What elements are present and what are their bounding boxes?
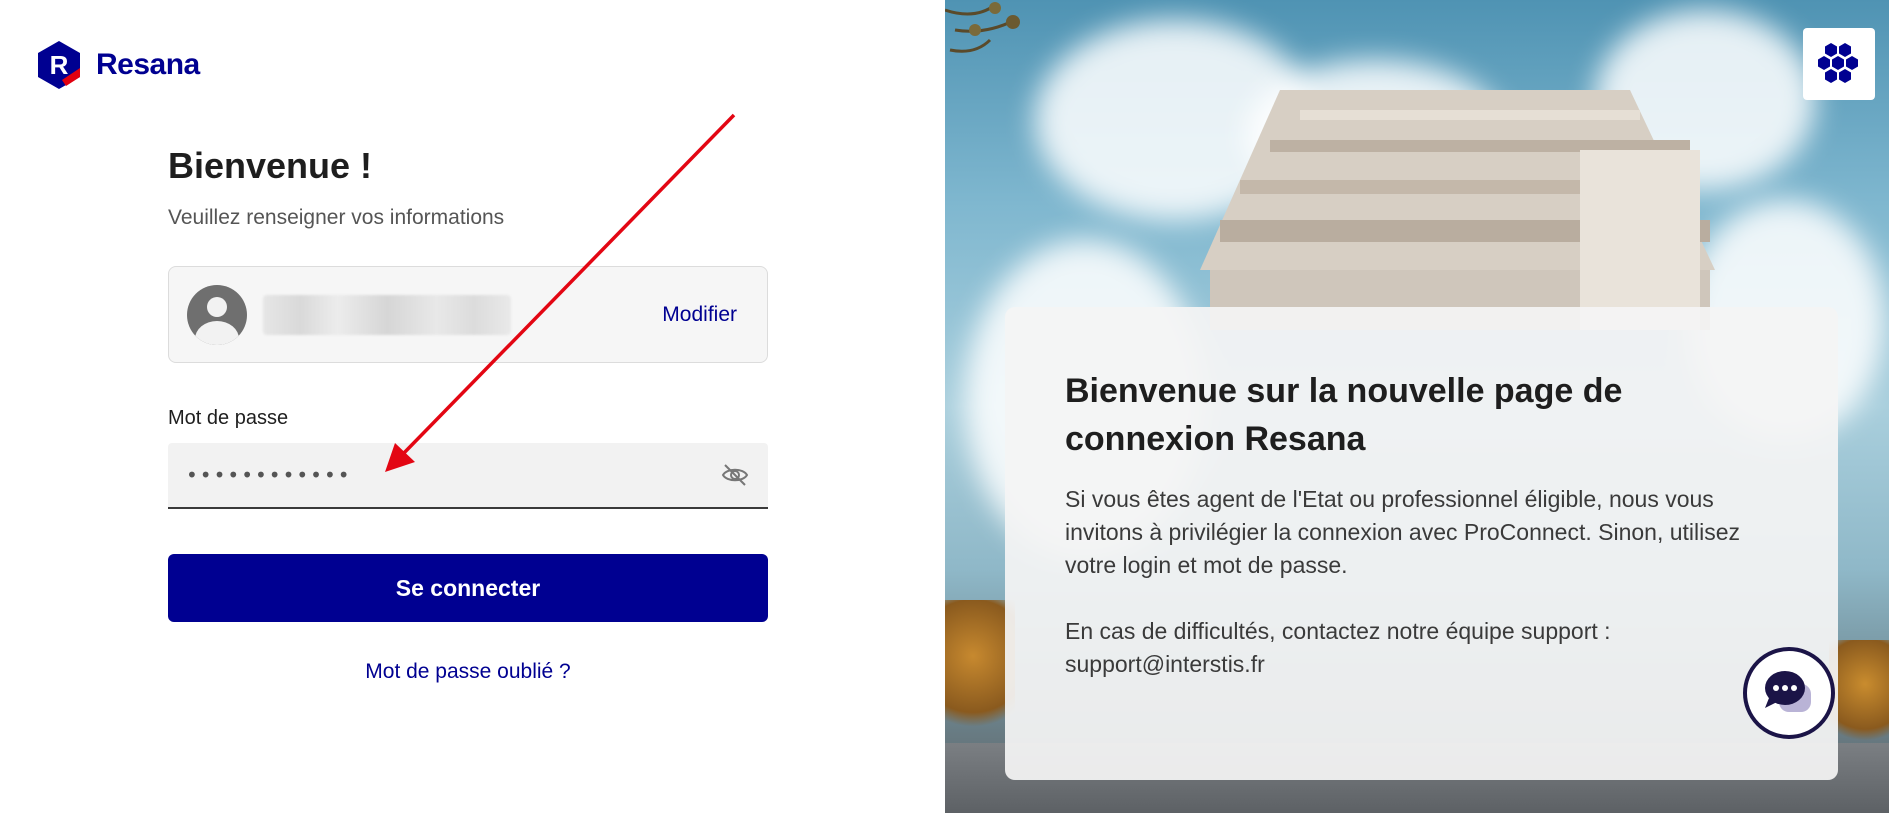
modify-link[interactable]: Modifier bbox=[662, 303, 737, 327]
svg-text:R: R bbox=[50, 50, 69, 80]
welcome-info-card: Bienvenue sur la nouvelle page de connex… bbox=[1005, 307, 1838, 780]
brand-logo[interactable]: R Resana bbox=[36, 40, 200, 90]
tree-branch bbox=[945, 2, 1020, 53]
user-identity-card: Modifier bbox=[168, 266, 768, 363]
page-subtitle: Veuillez renseigner vos informations bbox=[168, 206, 505, 229]
info-panel: Bienvenue sur la nouvelle page de connex… bbox=[945, 0, 1889, 813]
user-avatar-icon bbox=[187, 284, 247, 345]
resana-logo-icon: R bbox=[38, 41, 80, 89]
login-form: Bienvenue ! Veuillez renseigner vos info… bbox=[168, 142, 768, 684]
hexagon-grid-icon bbox=[1818, 43, 1858, 83]
apps-menu-button[interactable] bbox=[1803, 28, 1875, 100]
arc-de-triomphe-image bbox=[1200, 90, 1715, 330]
eye-off-icon[interactable] bbox=[720, 460, 750, 490]
password-input[interactable]: •••••••••••• bbox=[168, 443, 768, 509]
login-page: R Resana Bienvenue ! Veuillez renseigner… bbox=[0, 0, 1889, 813]
support-paragraph: En cas de difficultés, contactez notre é… bbox=[1065, 618, 1611, 677]
info-paragraph: Si vous êtes agent de l'Etat ou professi… bbox=[1065, 486, 1741, 578]
forgot-password-link[interactable]: Mot de passe oublié ? bbox=[168, 660, 768, 684]
trees-right bbox=[1829, 640, 1889, 750]
password-label: Mot de passe bbox=[168, 407, 289, 429]
page-title: Bienvenue ! bbox=[168, 145, 373, 186]
brand-name: Resana bbox=[96, 48, 200, 81]
connect-button[interactable]: Se connecter bbox=[168, 554, 768, 622]
redacted-email bbox=[263, 294, 511, 335]
chat-bubble-icon bbox=[1765, 671, 1811, 712]
login-panel: R Resana Bienvenue ! Veuillez renseigner… bbox=[0, 0, 945, 813]
info-title: Bienvenue sur la nouvelle page de connex… bbox=[1065, 372, 1623, 458]
chat-button[interactable] bbox=[1743, 647, 1835, 739]
password-value[interactable]: •••••••••••• bbox=[186, 463, 720, 487]
